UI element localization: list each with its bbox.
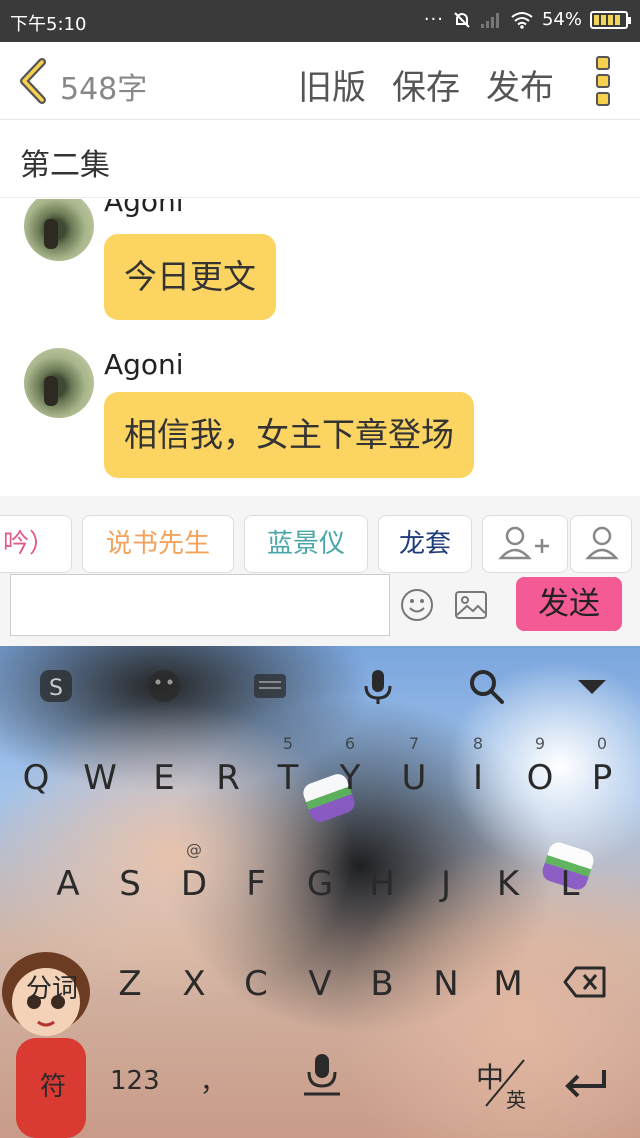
- role-chip[interactable]: 说书先生: [82, 515, 234, 573]
- old-version-button[interactable]: 旧版: [298, 60, 366, 109]
- image-icon[interactable]: [454, 590, 488, 620]
- message-bubble[interactable]: 今日更文: [104, 234, 276, 320]
- keyboard-layout-icon[interactable]: [250, 666, 290, 706]
- key[interactable]: G: [298, 864, 342, 904]
- keyboard: S Q W E R 5T 6Y 7U 8I 9 O 0 P A S @ D F …: [0, 646, 640, 1138]
- signal-icon: [480, 12, 499, 28]
- sogou-logo-icon[interactable]: S: [36, 666, 76, 706]
- chapter-title: 第二集: [20, 148, 110, 183]
- mute-bell-icon: [454, 11, 470, 28]
- word-count: 548字: [60, 72, 148, 107]
- key[interactable]: L: [548, 864, 592, 904]
- role-selector: 吟） 说书先生 蓝景仪 龙套: [0, 496, 640, 576]
- role-chip[interactable]: 蓝景仪: [244, 515, 368, 573]
- status-time: 下午5:10: [10, 14, 87, 35]
- microphone-icon[interactable]: [358, 666, 398, 706]
- split-word-key[interactable]: 分词: [26, 968, 78, 1005]
- key[interactable]: 7U: [392, 734, 436, 798]
- key[interactable]: 6Y: [328, 734, 372, 798]
- comma-key[interactable]: ，: [200, 1062, 226, 1099]
- key[interactable]: Q: [14, 758, 58, 798]
- role-chip[interactable]: 吟）: [0, 515, 72, 573]
- enter-icon[interactable]: [562, 1066, 610, 1100]
- battery-percent: 54%: [541, 9, 582, 30]
- symbol-key[interactable]: 符: [40, 1066, 66, 1103]
- narrator-button[interactable]: [570, 515, 632, 573]
- key[interactable]: V: [298, 964, 342, 1004]
- key[interactable]: R: [206, 758, 250, 798]
- message-input[interactable]: [10, 574, 390, 636]
- key[interactable]: Z: [108, 964, 152, 1004]
- more-menu-icon[interactable]: [596, 56, 612, 106]
- more-notifications-icon: ···: [423, 9, 444, 30]
- key[interactable]: 5T: [266, 734, 310, 798]
- status-bar: 下午5:10 ··· 54%: [0, 0, 640, 42]
- key[interactable]: B: [360, 964, 404, 1004]
- person-icon: [585, 526, 619, 560]
- number-key[interactable]: 123: [110, 1066, 160, 1096]
- back-arrow-icon[interactable]: [18, 58, 50, 104]
- message-bubble[interactable]: 相信我，女主下章登场: [104, 392, 474, 478]
- collapse-keyboard-icon[interactable]: [572, 666, 612, 706]
- chat-area[interactable]: Agoni 今日更文 Agoni 相信我，女主下章登场: [0, 199, 640, 496]
- keyboard-toolbar: S: [0, 646, 640, 726]
- key[interactable]: W: [78, 758, 122, 798]
- key[interactable]: X: [172, 964, 216, 1004]
- key[interactable]: A: [46, 864, 90, 904]
- key[interactable]: C: [234, 964, 278, 1004]
- backspace-icon[interactable]: [562, 964, 608, 1000]
- key[interactable]: F: [234, 864, 278, 904]
- message-sender: Agoni: [104, 199, 184, 218]
- save-button[interactable]: 保存: [392, 60, 460, 109]
- add-role-button[interactable]: [482, 515, 568, 573]
- lang-secondary: 英: [506, 1088, 526, 1112]
- message-input-row: 发送: [0, 574, 640, 646]
- key[interactable]: J: [424, 864, 468, 904]
- key[interactable]: M: [486, 964, 530, 1004]
- search-icon[interactable]: [466, 666, 506, 706]
- space-voice-key[interactable]: [300, 1052, 344, 1098]
- key[interactable]: H: [360, 864, 404, 904]
- role-chip[interactable]: 龙套: [378, 515, 472, 573]
- key[interactable]: K: [486, 864, 530, 904]
- add-person-icon: [498, 526, 549, 560]
- key[interactable]: E: [142, 758, 186, 798]
- publish-button[interactable]: 发布: [486, 60, 554, 109]
- emoji-panel-icon[interactable]: [144, 666, 184, 706]
- send-button[interactable]: 发送: [516, 577, 622, 631]
- message-sender: Agoni: [104, 348, 184, 381]
- wifi-icon: [511, 11, 533, 29]
- language-switch-key[interactable]: 中 英: [474, 1054, 534, 1112]
- avatar[interactable]: [24, 348, 94, 418]
- svg-text:S: S: [49, 676, 63, 701]
- key[interactable]: 8I: [456, 734, 500, 798]
- key[interactable]: S: [108, 864, 152, 904]
- avatar[interactable]: [24, 199, 94, 261]
- key[interactable]: @ D: [172, 840, 216, 904]
- battery-icon: [590, 10, 631, 29]
- key[interactable]: N: [424, 964, 468, 1004]
- emoji-icon[interactable]: [400, 588, 434, 622]
- chapter-title-bar[interactable]: 第二集: [0, 120, 640, 198]
- key[interactable]: 0P: [580, 734, 624, 798]
- editor-toolbar: 548字 旧版 保存 发布: [0, 42, 640, 120]
- key[interactable]: 9O: [518, 734, 562, 798]
- status-icons: ··· 54%: [423, 9, 631, 30]
